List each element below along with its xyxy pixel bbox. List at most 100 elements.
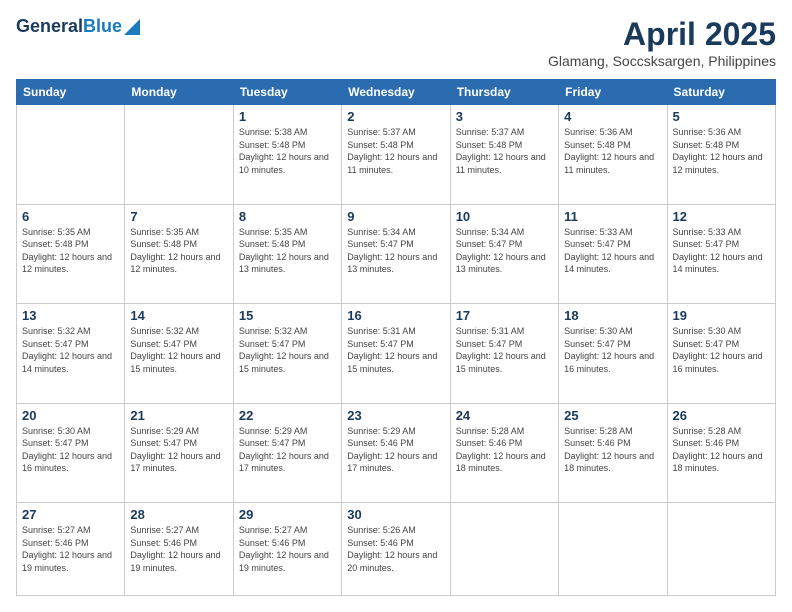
day-info: Sunrise: 5:31 AM Sunset: 5:47 PM Dayligh… bbox=[456, 325, 553, 375]
day-number: 11 bbox=[564, 209, 661, 224]
table-row: 1Sunrise: 5:38 AM Sunset: 5:48 PM Daylig… bbox=[233, 105, 341, 205]
day-info: Sunrise: 5:35 AM Sunset: 5:48 PM Dayligh… bbox=[130, 226, 227, 276]
table-row: 20 Sunrise: 5:30 AM Sunset: 5:47 PM Dayli… bbox=[17, 403, 125, 503]
table-row: 27 Sunrise: 5:27 AM Sunset: 5:46 PM Dayli… bbox=[17, 503, 125, 596]
table-row: 4 Sunrise: 5:36 AM Sunset: 5:48 PM Daylig… bbox=[559, 105, 667, 205]
table-row bbox=[667, 503, 775, 596]
day-info: Sunrise: 5:29 AM Sunset: 5:47 PM Dayligh… bbox=[130, 425, 227, 475]
day-info: Sunrise: 5:30 AM Sunset: 5:47 PM Dayligh… bbox=[22, 425, 119, 475]
day-info: Sunrise: 5:32 AM Sunset: 5:47 PM Dayligh… bbox=[22, 325, 119, 375]
day-number: 6 bbox=[22, 209, 119, 224]
day-info: Sunrise: 5:36 AM Sunset: 5:48 PM Dayligh… bbox=[673, 126, 770, 176]
day-info: Sunrise: 5:29 AM Sunset: 5:47 PM Dayligh… bbox=[239, 425, 336, 475]
table-row: 13 Sunrise: 5:32 AM Sunset: 5:47 PM Dayli… bbox=[17, 304, 125, 404]
day-info: Sunrise: 5:31 AM Sunset: 5:47 PM Dayligh… bbox=[347, 325, 444, 375]
day-info: Sunrise: 5:29 AM Sunset: 5:46 PM Dayligh… bbox=[347, 425, 444, 475]
table-row: 5 Sunrise: 5:36 AM Sunset: 5:48 PM Daylig… bbox=[667, 105, 775, 205]
table-row: 22 Sunrise: 5:29 AM Sunset: 5:47 PM Dayli… bbox=[233, 403, 341, 503]
day-info: Sunrise: 5:33 AM Sunset: 5:47 PM Dayligh… bbox=[673, 226, 770, 276]
day-info: Sunrise: 5:30 AM Sunset: 5:47 PM Dayligh… bbox=[673, 325, 770, 375]
col-thursday: Thursday bbox=[450, 80, 558, 105]
day-number: 3 bbox=[456, 109, 553, 124]
col-monday: Monday bbox=[125, 80, 233, 105]
logo-general-text: General bbox=[16, 16, 83, 37]
day-info: Sunrise: 5:34 AM Sunset: 5:47 PM Dayligh… bbox=[456, 226, 553, 276]
day-number: 24 bbox=[456, 408, 553, 423]
table-row bbox=[450, 503, 558, 596]
table-row: 23 Sunrise: 5:29 AM Sunset: 5:46 PM Dayli… bbox=[342, 403, 450, 503]
calendar-header-row: Sunday Monday Tuesday Wednesday Thursday… bbox=[17, 80, 776, 105]
col-wednesday: Wednesday bbox=[342, 80, 450, 105]
day-number: 2 bbox=[347, 109, 444, 124]
day-info: Sunrise: 5:27 AM Sunset: 5:46 PM Dayligh… bbox=[239, 524, 336, 574]
col-tuesday: Tuesday bbox=[233, 80, 341, 105]
day-number: 16 bbox=[347, 308, 444, 323]
day-number: 30 bbox=[347, 507, 444, 522]
day-number: 18 bbox=[564, 308, 661, 323]
day-number: 8 bbox=[239, 209, 336, 224]
day-number: 7 bbox=[130, 209, 227, 224]
table-row: 29 Sunrise: 5:27 AM Sunset: 5:46 PM Dayli… bbox=[233, 503, 341, 596]
logo-icon bbox=[124, 19, 140, 35]
table-row: 2 Sunrise: 5:37 AM Sunset: 5:48 PM Daylig… bbox=[342, 105, 450, 205]
col-saturday: Saturday bbox=[667, 80, 775, 105]
day-info: Sunrise: 5:28 AM Sunset: 5:46 PM Dayligh… bbox=[456, 425, 553, 475]
table-row: 6 Sunrise: 5:35 AM Sunset: 5:48 PM Daylig… bbox=[17, 204, 125, 304]
col-sunday: Sunday bbox=[17, 80, 125, 105]
day-info: Sunrise: 5:36 AM Sunset: 5:48 PM Dayligh… bbox=[564, 126, 661, 176]
calendar-table: Sunday Monday Tuesday Wednesday Thursday… bbox=[16, 79, 776, 596]
table-row: 7 Sunrise: 5:35 AM Sunset: 5:48 PM Daylig… bbox=[125, 204, 233, 304]
day-info: Sunrise: 5:35 AM Sunset: 5:48 PM Dayligh… bbox=[22, 226, 119, 276]
day-number: 12 bbox=[673, 209, 770, 224]
day-info: Sunrise: 5:26 AM Sunset: 5:46 PM Dayligh… bbox=[347, 524, 444, 574]
table-row: 18Sunrise: 5:30 AM Sunset: 5:47 PM Dayli… bbox=[559, 304, 667, 404]
table-row: 19 Sunrise: 5:30 AM Sunset: 5:47 PM Dayli… bbox=[667, 304, 775, 404]
day-info: Sunrise: 5:37 AM Sunset: 5:48 PM Dayligh… bbox=[456, 126, 553, 176]
day-number: 23 bbox=[347, 408, 444, 423]
day-info: Sunrise: 5:32 AM Sunset: 5:47 PM Dayligh… bbox=[239, 325, 336, 375]
day-number: 26 bbox=[673, 408, 770, 423]
table-row: 30 Sunrise: 5:26 AM Sunset: 5:46 PM Dayli… bbox=[342, 503, 450, 596]
day-info: Sunrise: 5:28 AM Sunset: 5:46 PM Dayligh… bbox=[673, 425, 770, 475]
header: General Blue April 2025 Glamang, Soccsks… bbox=[16, 16, 776, 69]
table-row bbox=[125, 105, 233, 205]
table-row: 16 Sunrise: 5:31 AM Sunset: 5:47 PM Dayli… bbox=[342, 304, 450, 404]
col-friday: Friday bbox=[559, 80, 667, 105]
day-info: Sunrise: 5:37 AM Sunset: 5:48 PM Dayligh… bbox=[347, 126, 444, 176]
day-number: 4 bbox=[564, 109, 661, 124]
day-info: Sunrise: 5:33 AM Sunset: 5:47 PM Dayligh… bbox=[564, 226, 661, 276]
day-info: Sunrise: 5:32 AM Sunset: 5:47 PM Dayligh… bbox=[130, 325, 227, 375]
table-row: 14 Sunrise: 5:32 AM Sunset: 5:47 PM Dayli… bbox=[125, 304, 233, 404]
table-row: 25Sunrise: 5:28 AM Sunset: 5:46 PM Dayli… bbox=[559, 403, 667, 503]
day-number: 19 bbox=[673, 308, 770, 323]
day-number: 15 bbox=[239, 308, 336, 323]
title-block: April 2025 Glamang, Soccsksargen, Philip… bbox=[548, 16, 776, 69]
table-row: 11 Sunrise: 5:33 AM Sunset: 5:47 PM Dayli… bbox=[559, 204, 667, 304]
day-number: 9 bbox=[347, 209, 444, 224]
day-number: 27 bbox=[22, 507, 119, 522]
day-info: Sunrise: 5:27 AM Sunset: 5:46 PM Dayligh… bbox=[130, 524, 227, 574]
day-number: 22 bbox=[239, 408, 336, 423]
table-row: 8Sunrise: 5:35 AM Sunset: 5:48 PM Daylig… bbox=[233, 204, 341, 304]
table-row: 9 Sunrise: 5:34 AM Sunset: 5:47 PM Daylig… bbox=[342, 204, 450, 304]
day-number: 17 bbox=[456, 308, 553, 323]
day-info: Sunrise: 5:34 AM Sunset: 5:47 PM Dayligh… bbox=[347, 226, 444, 276]
table-row bbox=[559, 503, 667, 596]
page: General Blue April 2025 Glamang, Soccsks… bbox=[0, 0, 792, 612]
day-number: 20 bbox=[22, 408, 119, 423]
table-row: 3 Sunrise: 5:37 AM Sunset: 5:48 PM Daylig… bbox=[450, 105, 558, 205]
table-row: 10Sunrise: 5:34 AM Sunset: 5:47 PM Dayli… bbox=[450, 204, 558, 304]
day-number: 13 bbox=[22, 308, 119, 323]
table-row: 15 Sunrise: 5:32 AM Sunset: 5:47 PM Dayli… bbox=[233, 304, 341, 404]
table-row: 28 Sunrise: 5:27 AM Sunset: 5:46 PM Dayli… bbox=[125, 503, 233, 596]
day-number: 29 bbox=[239, 507, 336, 522]
day-number: 28 bbox=[130, 507, 227, 522]
day-number: 14 bbox=[130, 308, 227, 323]
logo: General Blue bbox=[16, 16, 140, 37]
logo-blue-text: Blue bbox=[83, 16, 122, 37]
table-row bbox=[17, 105, 125, 205]
day-info: Sunrise: 5:27 AM Sunset: 5:46 PM Dayligh… bbox=[22, 524, 119, 574]
table-row: 12 Sunrise: 5:33 AM Sunset: 5:47 PM Dayli… bbox=[667, 204, 775, 304]
location: Glamang, Soccsksargen, Philippines bbox=[548, 53, 776, 69]
day-number: 5 bbox=[673, 109, 770, 124]
